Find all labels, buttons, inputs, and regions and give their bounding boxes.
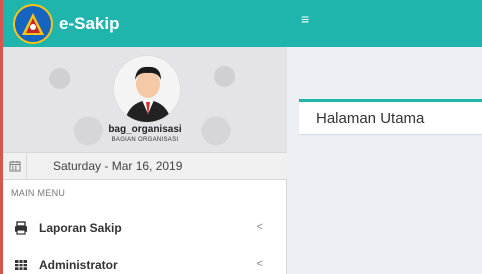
menu-item-laporan-sakip[interactable]: Laporan Sakip < [3, 213, 287, 243]
user-role: BAGIAN ORGANISASI [111, 137, 179, 143]
content-box: Halaman Utama [299, 99, 482, 134]
top-navbar: ≡ [287, 0, 482, 47]
sidebar: e-Sakip bag_organisasi BAGIAN ORGANISASI [0, 0, 287, 274]
printer-icon [13, 220, 29, 236]
calendar-icon [3, 153, 27, 179]
menu-label: Laporan Sakip [39, 221, 122, 235]
menu-item-administrator[interactable]: Administrator < [3, 250, 287, 274]
chevron-left-icon: < [256, 221, 263, 233]
box-title: Halaman Utama [316, 110, 425, 127]
emblem-icon [13, 3, 53, 44]
chevron-left-icon: < [256, 258, 263, 270]
brand-header[interactable]: e-Sakip [3, 0, 287, 47]
table-icon [13, 257, 29, 273]
avatar [113, 55, 181, 123]
date-bar: Saturday - Mar 16, 2019 [3, 152, 287, 180]
user-panel: bag_organisasi BAGIAN ORGANISASI [3, 47, 287, 152]
menu-header: MAIN MENU [11, 188, 66, 198]
menu-label: Administrator [39, 258, 118, 272]
app-title: e-Sakip [59, 13, 120, 33]
current-date: Saturday - Mar 16, 2019 [53, 159, 183, 173]
user-name: bag_organisasi [108, 124, 182, 135]
hamburger-icon[interactable]: ≡ [301, 12, 309, 26]
